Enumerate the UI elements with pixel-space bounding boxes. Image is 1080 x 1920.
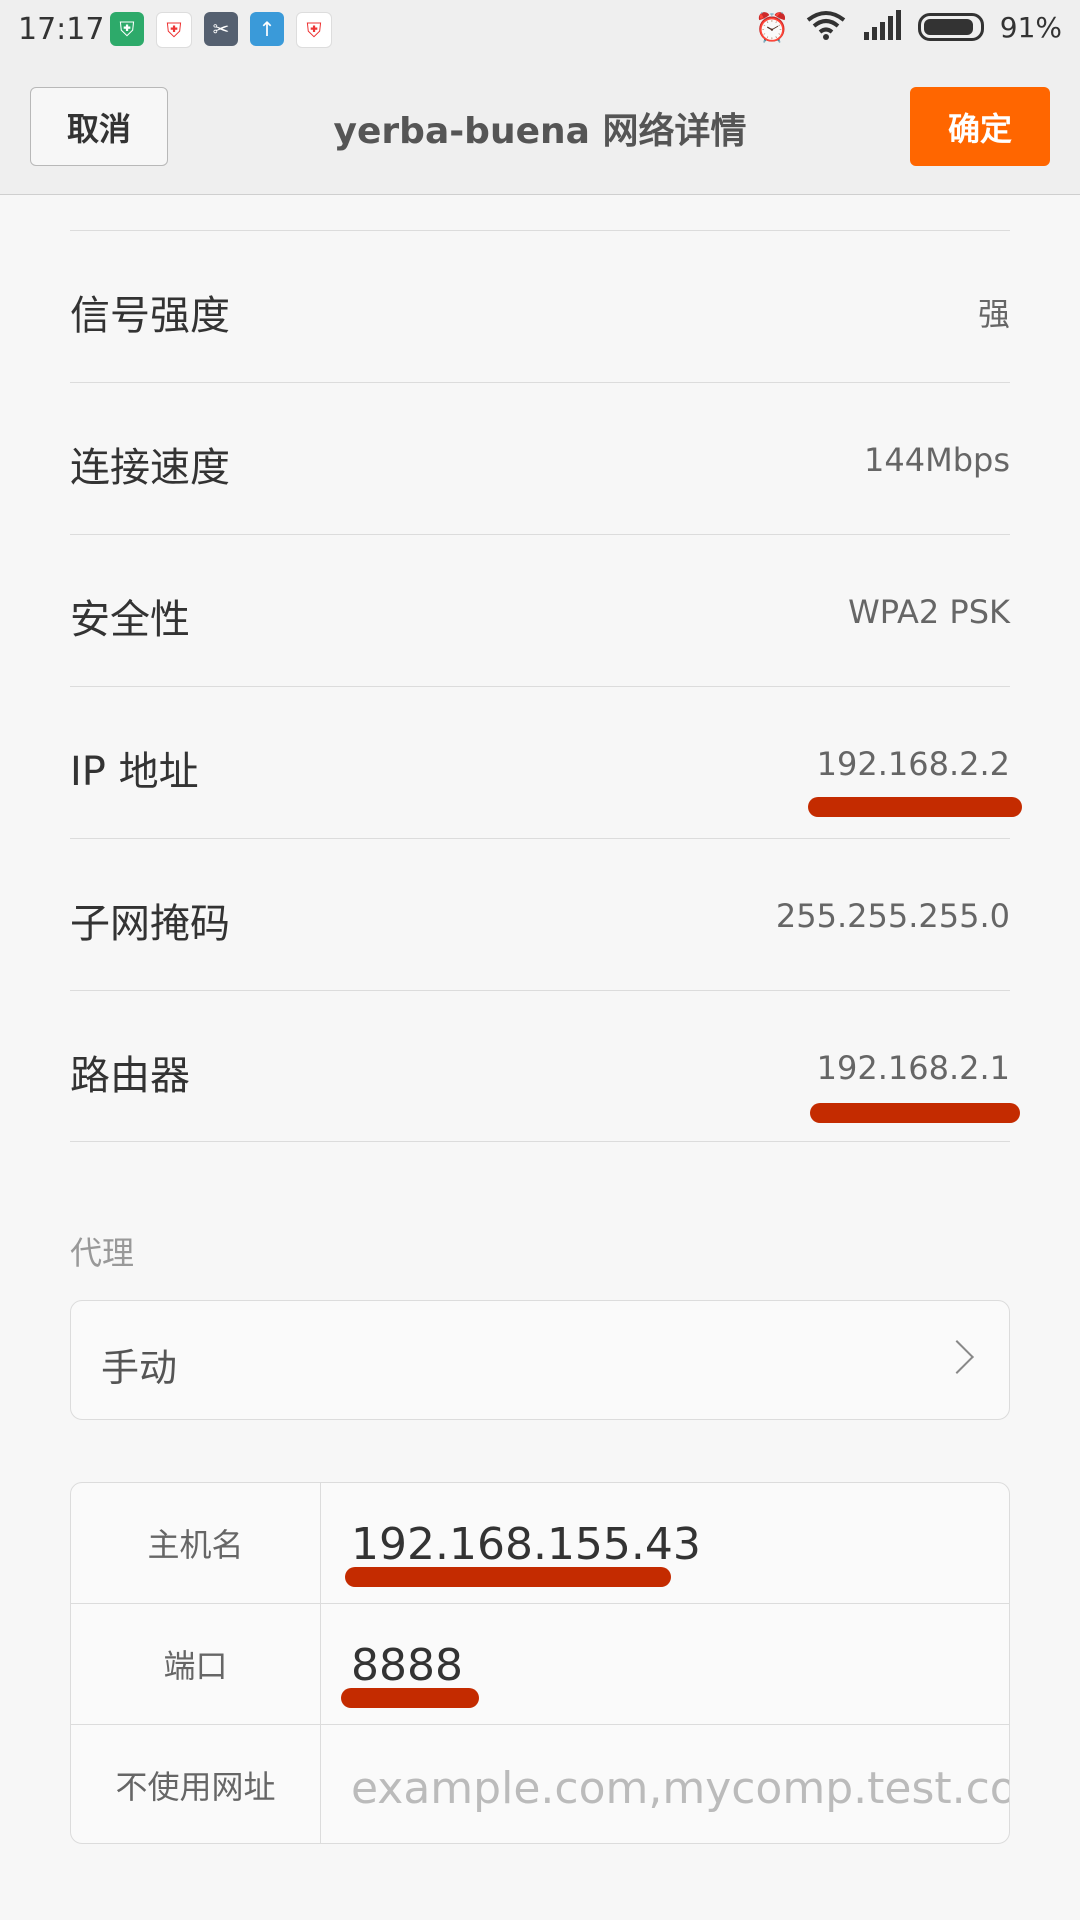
proxy-row-hostname: 主机名 192.168.155.43 [71, 1483, 1009, 1604]
info-value: 192.168.2.2 [816, 745, 1010, 783]
scissors-app-icon: ✂ [204, 12, 238, 46]
info-row-subnet-mask: 子网掩码 255.255.255.0 [70, 838, 1010, 990]
status-bar: 17:17 ⛨ ⛨ ✂ ↑ ⛨ ⏰ 91% [0, 0, 1080, 60]
bypass-placeholder: example.com,mycomp.test.com,l [351, 1763, 1009, 1814]
alarm-icon: ⏰ [754, 10, 790, 44]
colorful-shield-icon: ⛨ [296, 12, 332, 48]
info-row-signal-strength: 信号强度 强 [70, 230, 1010, 382]
upload-app-icon: ↑ [250, 12, 284, 46]
shield-icon: ⛨ [110, 12, 144, 46]
wifi-icon [806, 10, 846, 44]
proxy-mode-value: 手动 [101, 1346, 178, 1390]
battery-percent: 91% [999, 10, 1062, 44]
bypass-field[interactable]: example.com,mycomp.test.com,l [321, 1725, 1009, 1843]
info-label: 子网掩码 [70, 901, 230, 947]
info-row-ip-address: IP 地址 192.168.2.2 [70, 686, 1022, 838]
proxy-row-port: 端口 8888 [71, 1604, 1009, 1725]
info-row-security: 安全性 WPA2 PSK [70, 534, 1010, 686]
annotation-underline [345, 1567, 671, 1587]
info-value: 强 [977, 295, 1010, 333]
hostname-value: 192.168.155.43 [351, 1519, 701, 1570]
port-field[interactable]: 8888 [321, 1604, 1009, 1724]
info-value: 192.168.2.1 [816, 1049, 1010, 1087]
info-row-link-speed: 连接速度 144Mbps [70, 382, 1010, 534]
proxy-mode-select[interactable]: 手动 [70, 1300, 1010, 1420]
network-info-list: 信号强度 强 连接速度 144Mbps 安全性 WPA2 PSK IP 地址 1… [70, 230, 1022, 1142]
annotation-underline [341, 1688, 479, 1708]
port-label: 端口 [71, 1604, 321, 1724]
battery-icon [917, 13, 984, 41]
info-value: 255.255.255.0 [775, 897, 1010, 935]
bypass-label: 不使用网址 [71, 1725, 321, 1843]
info-label: IP 地址 [70, 749, 199, 795]
status-time: 17:17 [18, 12, 105, 47]
info-label: 连接速度 [70, 445, 230, 491]
system-status: ⏰ 91% [755, 10, 1062, 44]
header-bar: 取消 yerba-buena 网络详情 确定 [0, 60, 1080, 195]
info-label: 安全性 [70, 597, 190, 643]
hostname-field[interactable]: 192.168.155.43 [321, 1483, 1009, 1603]
annotation-underline [810, 1103, 1020, 1123]
proxy-section-label: 代理 [70, 1234, 135, 1272]
info-value: WPA2 PSK [848, 593, 1010, 631]
hostname-label: 主机名 [71, 1483, 321, 1603]
colorful-shield-icon: ⛨ [156, 12, 192, 48]
chevron-right-icon [940, 1340, 974, 1374]
proxy-row-bypass: 不使用网址 example.com,mycomp.test.com,l [71, 1725, 1009, 1843]
confirm-button[interactable]: 确定 [910, 87, 1050, 166]
info-row-router: 路由器 192.168.2.1 [70, 990, 1020, 1142]
signal-icon [862, 10, 902, 44]
info-label: 信号强度 [70, 293, 230, 339]
port-value: 8888 [351, 1640, 463, 1691]
info-label: 路由器 [70, 1053, 190, 1099]
proxy-settings-table: 主机名 192.168.155.43 端口 8888 不使用网址 example… [70, 1482, 1010, 1844]
info-value: 144Mbps [864, 441, 1010, 479]
notification-icons: ⛨ ⛨ ✂ ↑ ⛨ [110, 12, 332, 48]
annotation-underline [808, 797, 1022, 817]
